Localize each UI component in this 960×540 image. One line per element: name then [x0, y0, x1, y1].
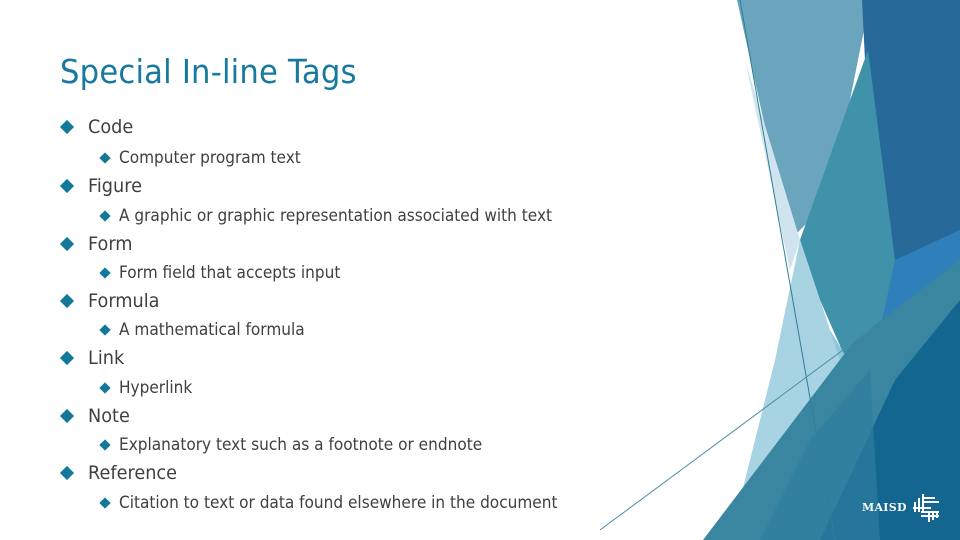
- list-item-label: Form: [88, 233, 133, 255]
- list-item-label: Figure: [88, 175, 142, 197]
- slide-title: Special In-line Tags: [60, 52, 357, 91]
- diamond-bullet-icon: [99, 209, 111, 222]
- list-item-label: Code: [88, 116, 134, 138]
- list-item-code: Code: [59, 116, 137, 138]
- list-subitem: A mathematical formula: [99, 320, 319, 339]
- diamond-bullet-icon: [59, 350, 75, 366]
- diamond-bullet-icon: [59, 119, 75, 135]
- list-item-reference: Reference: [59, 462, 184, 484]
- logo-text: MAISD: [862, 500, 907, 514]
- diamond-bullet-icon: [59, 408, 75, 424]
- list-subitem-text: Hyperlink: [119, 378, 193, 397]
- list-subitem: Citation to text or data found elsewhere…: [99, 493, 591, 512]
- list-item-note: Note: [59, 405, 133, 427]
- list-item-label: Note: [88, 405, 130, 427]
- diamond-bullet-icon: [99, 381, 111, 394]
- list-subitem-text: Citation to text or data found elsewhere…: [119, 493, 558, 512]
- diamond-bullet-icon: [59, 465, 75, 481]
- list-subitem-text: A mathematical formula: [119, 320, 305, 339]
- list-item-label: Reference: [88, 462, 177, 484]
- diamond-bullet-icon: [99, 323, 111, 336]
- diamond-bullet-icon: [59, 293, 75, 309]
- list-subitem-text: A graphic or graphic representation asso…: [119, 206, 553, 225]
- list-item-figure: Figure: [59, 175, 146, 197]
- maisd-mark-icon: [912, 494, 939, 522]
- list-item-link: Link: [59, 347, 127, 369]
- diamond-bullet-icon: [59, 236, 75, 252]
- list-subitem-text: Explanatory text such as a footnote or e…: [119, 435, 483, 454]
- list-subitem: A graphic or graphic representation asso…: [99, 206, 585, 225]
- list-subitem: Hyperlink: [99, 378, 198, 397]
- maisd-logo: MAISD: [862, 490, 943, 524]
- diamond-bullet-icon: [99, 266, 111, 279]
- diamond-bullet-icon: [59, 178, 75, 194]
- slide: Special In-line Tags Code Computer progr…: [0, 0, 960, 540]
- diamond-bullet-icon: [99, 438, 111, 451]
- list-subitem: Explanatory text such as a footnote or e…: [99, 435, 510, 454]
- list-item-form: Form: [59, 233, 136, 255]
- list-item-label: Formula: [88, 290, 160, 312]
- list-subitem: Form field that accepts input: [99, 263, 357, 282]
- list-item-label: Link: [88, 347, 125, 369]
- diamond-bullet-icon: [99, 496, 111, 509]
- list-item-formula: Formula: [59, 290, 165, 312]
- list-subitem-text: Form field that accepts input: [119, 263, 341, 282]
- list-subitem-text: Computer program text: [119, 148, 301, 167]
- diamond-bullet-icon: [99, 151, 111, 164]
- list-subitem: Computer program text: [99, 148, 315, 167]
